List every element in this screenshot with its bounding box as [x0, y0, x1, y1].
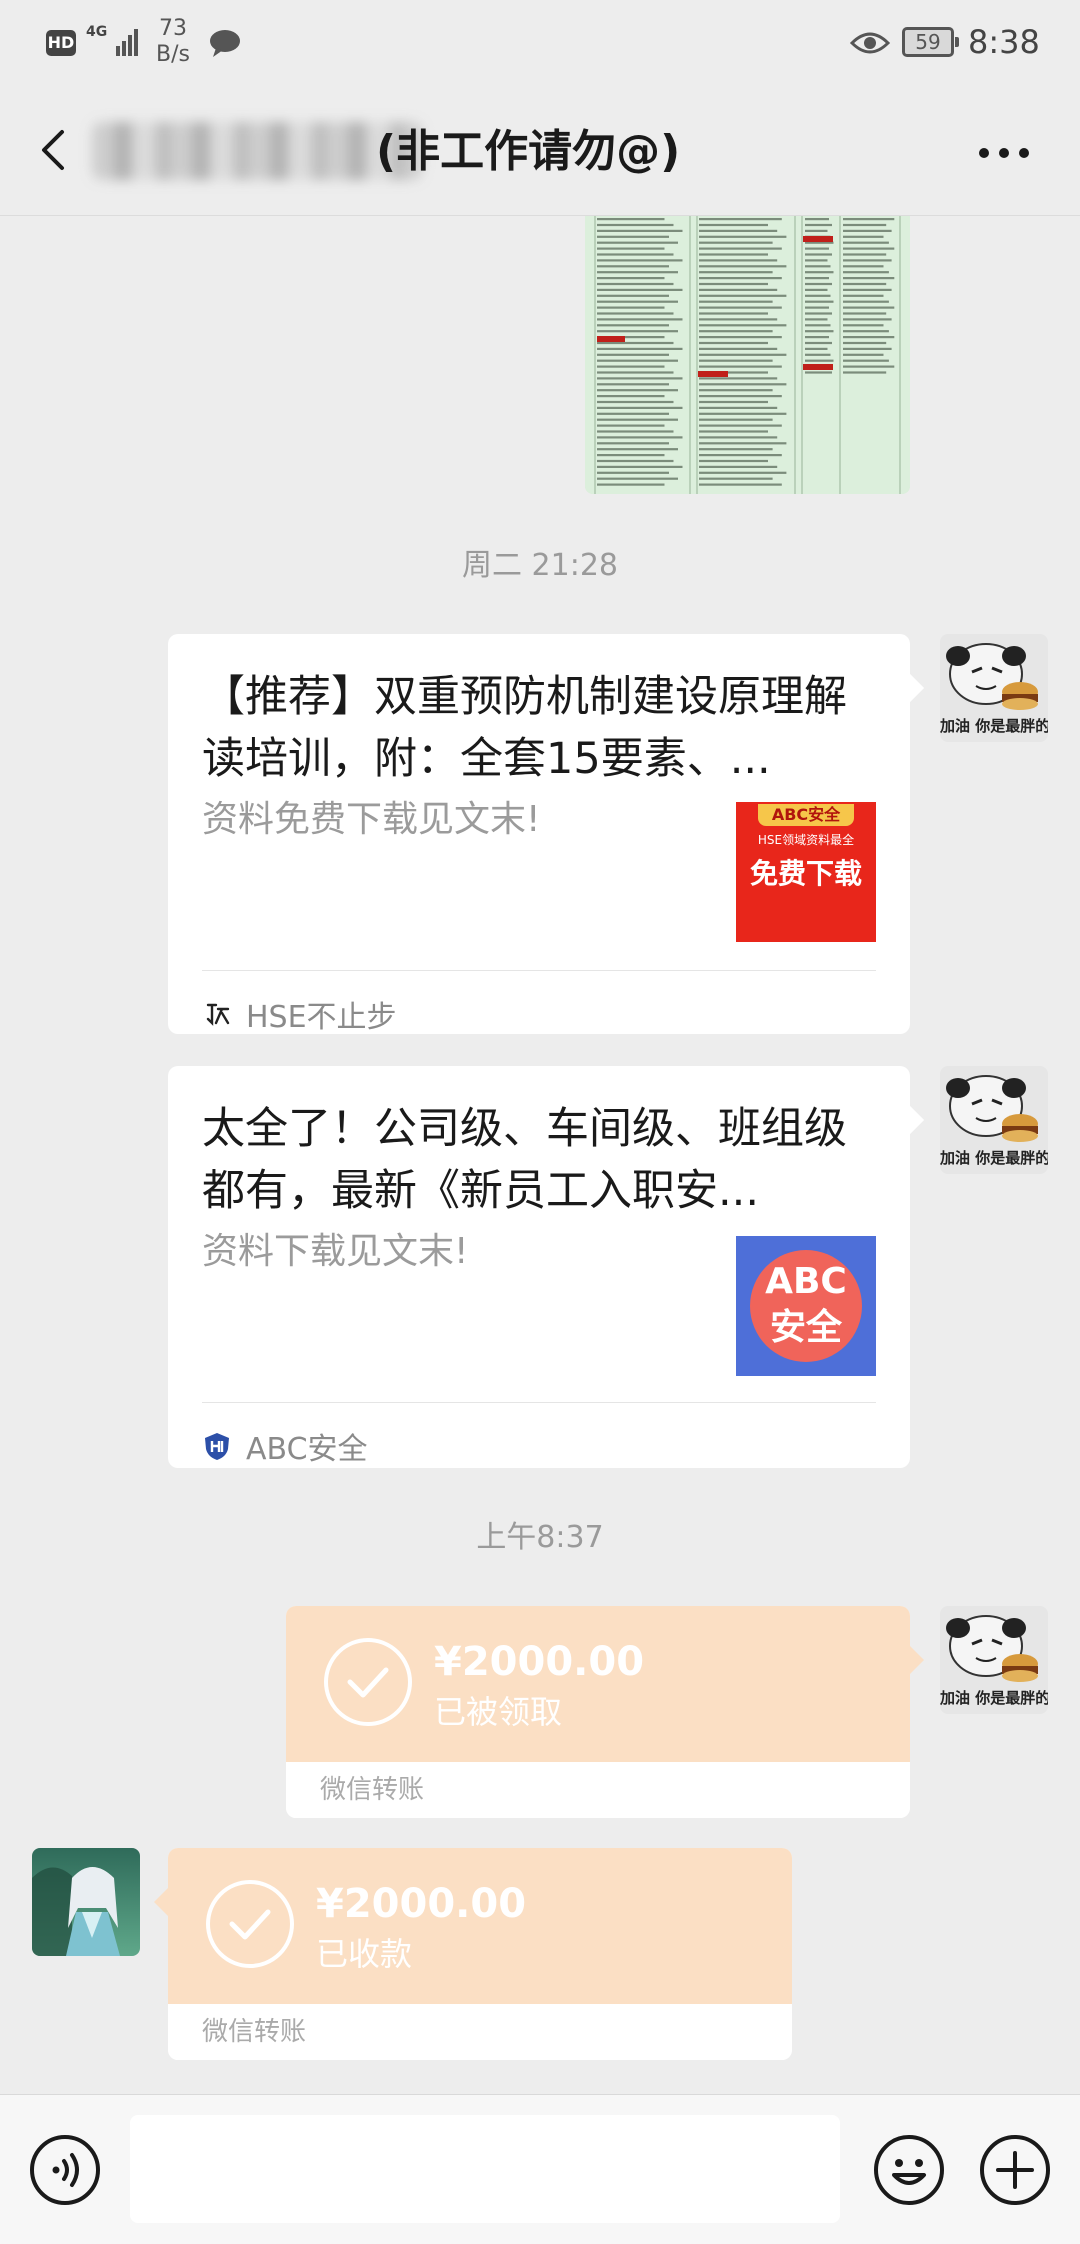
- wechat-chat-screen: HD 4G 73 B/s 59 8:38 (非工作请勿@) 周二 21:28 【…: [0, 0, 1080, 2244]
- eye-icon: [850, 32, 890, 54]
- article-description: 资料下载见文末!: [202, 1231, 469, 1272]
- transfer-amount: ¥2000.00: [316, 1881, 527, 1927]
- signal-icon: [116, 29, 138, 56]
- abc-shield-icon: [205, 1433, 229, 1460]
- article-thumbnail: ABC 安全: [736, 1236, 876, 1376]
- more-icon[interactable]: [974, 138, 1034, 168]
- article-description: 资料免费下载见文末!: [202, 799, 541, 840]
- article-card-2[interactable]: 太全了！公司级、车间级、班组级都有，最新《新员工入职安... 资料下载见文末! …: [168, 1066, 924, 1468]
- status-time: 8:38: [968, 23, 1040, 61]
- avatar-self[interactable]: 加油 你是最胖的: [940, 1066, 1048, 1174]
- plus-icon[interactable]: [978, 2133, 1052, 2207]
- chat-title: (非工作请勿@): [376, 126, 681, 177]
- card-divider: [202, 1402, 876, 1403]
- net-speed: 73 B/s: [156, 16, 190, 67]
- blurred-group-name: [92, 122, 422, 180]
- battery-icon: 59: [902, 27, 959, 57]
- timestamp: 上午8:37: [476, 1520, 604, 1555]
- emoji-icon[interactable]: [872, 2133, 946, 2207]
- avatar-caption: 加油 你是最胖的: [940, 1149, 1048, 1167]
- transfer-status: 已收款: [316, 1935, 413, 1973]
- input-bar: [0, 2094, 1080, 2244]
- transfer-status: 已被领取: [434, 1693, 563, 1731]
- hse-logo-icon: [206, 1003, 230, 1026]
- avatar-contact[interactable]: [32, 1848, 140, 1956]
- bubble-tail: [910, 1646, 924, 1674]
- message-icon: [210, 30, 240, 57]
- status-bar: HD 4G 73 B/s 59 8:38: [0, 0, 1080, 86]
- avatar-caption: 加油 你是最胖的: [940, 717, 1048, 735]
- avatar-self[interactable]: 加油 你是最胖的: [940, 634, 1048, 742]
- voice-icon[interactable]: [28, 2133, 102, 2207]
- back-icon[interactable]: [30, 122, 80, 178]
- hd-icon: HD: [46, 30, 76, 56]
- avatar-caption: 加油 你是最胖的: [940, 1689, 1048, 1707]
- article-thumbnail: ABC安全 HSE领域资料最全 免费下载: [736, 802, 876, 942]
- article-title: 太全了！公司级、车间级、班组级都有，最新《新员工入职安...: [202, 1104, 847, 1216]
- spreadsheet-image-message[interactable]: [585, 216, 910, 494]
- check-icon: [206, 1880, 294, 1968]
- bubble-tail: [910, 674, 924, 702]
- bubble-tail: [154, 1888, 168, 1916]
- message-input[interactable]: [130, 2115, 840, 2223]
- bubble-tail: [910, 1106, 924, 1134]
- avatar-self[interactable]: 加油 你是最胖的: [940, 1606, 1048, 1714]
- timestamp: 周二 21:28: [462, 548, 618, 583]
- transfer-received[interactable]: ¥2000.00 已收款 微信转账: [168, 1848, 792, 2060]
- transfer-label: 微信转账: [202, 2017, 307, 2047]
- article-title: 【推荐】双重预防机制建设原理解读培训，附：全套15要素、...: [202, 672, 847, 784]
- source-name: ABC安全: [246, 1432, 368, 1467]
- article-source[interactable]: HSE不止步: [202, 984, 397, 1044]
- chat-header: (非工作请勿@): [0, 86, 1080, 216]
- article-card-1[interactable]: 【推荐】双重预防机制建设原理解读培训，附：全套15要素、... 资料免费下载见文…: [168, 634, 924, 1035]
- card-divider: [202, 970, 876, 971]
- game-character-avatar: [32, 1848, 140, 1956]
- check-icon: [324, 1638, 412, 1726]
- transfer-sent[interactable]: ¥2000.00 已被领取 微信转账: [286, 1606, 910, 1818]
- transfer-amount: ¥2000.00: [434, 1639, 645, 1685]
- spreadsheet-image: [585, 216, 910, 494]
- article-source[interactable]: ABC安全: [202, 1416, 368, 1476]
- transfer-label: 微信转账: [320, 1775, 425, 1805]
- source-name: HSE不止步: [246, 1000, 397, 1035]
